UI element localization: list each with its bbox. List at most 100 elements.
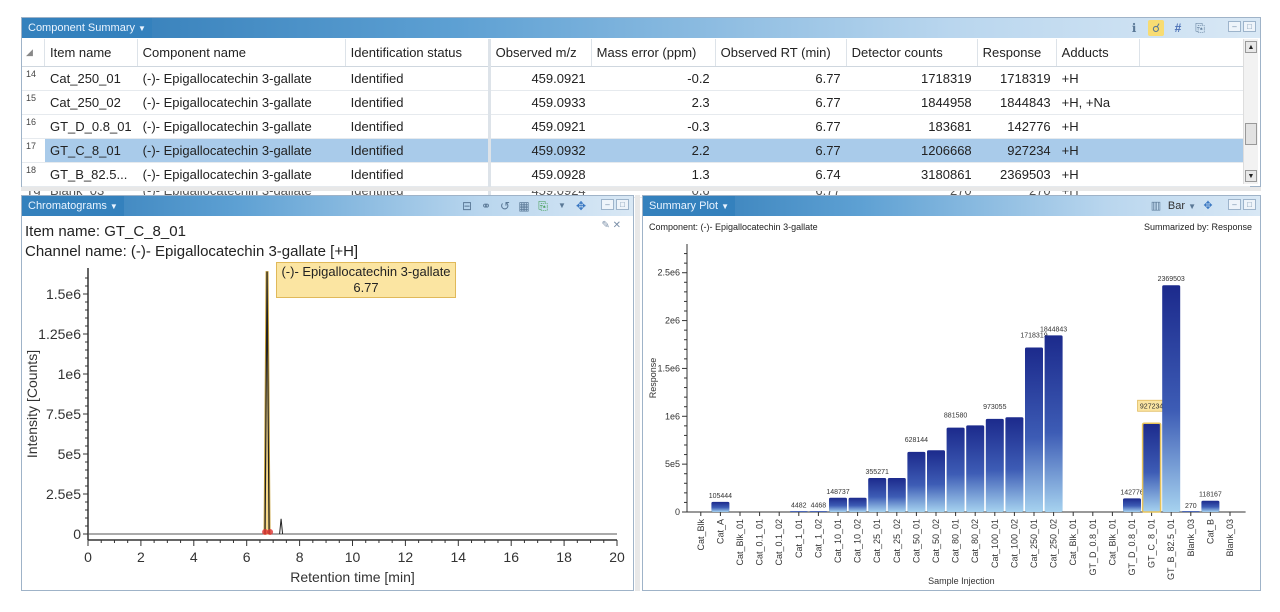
x-tick-label: Blank_03 xyxy=(1186,519,1196,557)
summary-plot-titlebar: Summary Plot ▼ ▥ Bar ▼ ✥ – □ xyxy=(643,196,1260,216)
cell-rt: 6.77 xyxy=(715,90,847,115)
integrate-icon[interactable]: ⊟ xyxy=(459,198,475,214)
column-header-adducts[interactable]: Adducts xyxy=(1056,39,1140,67)
cell-component: (-)- Epigallocatechin 3-gallate xyxy=(137,114,346,139)
bar-25 xyxy=(1181,511,1200,512)
column-header-detector-counts[interactable]: Detector counts xyxy=(846,39,978,67)
cell-rt: 6.77 xyxy=(715,138,847,163)
table-row[interactable]: 16 GT_D_0.8_01 (-)- Epigallocatechin 3-gal… xyxy=(22,114,1250,139)
x-tick-label: 12 xyxy=(398,549,414,565)
link-icon[interactable]: ⚭ xyxy=(478,198,494,214)
x-tick-label: Cat_50_01 xyxy=(911,519,921,563)
cell-counts: 1206668 xyxy=(846,138,978,163)
peak-end-marker xyxy=(267,529,274,535)
chromatogram-plot[interactable]: 0 2 4 6 8 10 12 14 16 18 20 0 2.5e5 5e5 7.5e5 1e6 1.25e6… xyxy=(22,262,633,592)
component-summary-menu[interactable]: Component Summary ▼ xyxy=(22,18,152,38)
move-icon[interactable]: ✥ xyxy=(573,198,589,214)
chart-type-dropdown[interactable]: Bar ▼ xyxy=(1168,200,1196,212)
export-icon[interactable]: ⎘ xyxy=(1192,20,1208,36)
minimize-button[interactable]: – xyxy=(601,199,614,210)
grid-hash-icon[interactable]: # xyxy=(1170,20,1186,36)
cell-rt: 6.74 xyxy=(715,162,847,187)
cell-item: Cat_250_02 xyxy=(44,90,138,115)
table-row[interactable]: 15 Cat_250_02 (-)- Epigallocatechin 3-gall… xyxy=(22,90,1250,115)
bar-value-label: 4482 xyxy=(791,503,807,510)
minimize-button[interactable]: – xyxy=(1228,199,1241,210)
caret-down-icon: ▼ xyxy=(1188,202,1196,211)
column-header-mass-error[interactable]: Mass error (ppm) xyxy=(591,39,716,67)
y-axis-title: Intensity [Counts] xyxy=(24,350,40,458)
cell-err: 2.2 xyxy=(591,138,716,163)
summarized-by-label: Summarized by: Response xyxy=(1143,222,1252,232)
vertical-splitter[interactable] xyxy=(635,195,640,591)
maximize-button[interactable]: □ xyxy=(1243,199,1256,210)
minimize-button[interactable]: – xyxy=(1228,21,1241,32)
x-tick-label: Cat_10_01 xyxy=(833,519,843,563)
bar-26 xyxy=(1201,500,1220,512)
cell-mz: 459.0933 xyxy=(489,90,592,115)
summary-plot-menu[interactable]: Summary Plot ▼ xyxy=(643,196,735,216)
export-icon[interactable]: ⎘ xyxy=(535,198,551,214)
component-label: Component: (-)- Epigallocatechin 3-galla… xyxy=(649,222,818,232)
pin-icon[interactable]: ✎ xyxy=(601,220,609,231)
x-tick-label: Cat_10_02 xyxy=(853,519,863,563)
bar-value-label: 105444 xyxy=(709,493,732,500)
summary-plot-panel: Summary Plot ▼ ▥ Bar ▼ ✥ – □ Component: (… xyxy=(642,195,1261,591)
maximize-button[interactable]: □ xyxy=(616,199,629,210)
tooltip-compound-name: (-)- Epigallocatechin 3-gallate xyxy=(281,264,451,279)
caret-down-icon[interactable]: ▼ xyxy=(554,198,570,214)
x-tick-label: Cat_80_01 xyxy=(951,519,961,563)
bar-chart-icon[interactable]: ▥ xyxy=(1148,198,1164,214)
select-all-corner[interactable]: ◢ xyxy=(22,39,45,67)
info-icon[interactable]: ℹ xyxy=(1126,20,1142,36)
x-tick-label: 2 xyxy=(137,549,145,565)
y-tick-label: 1e6 xyxy=(665,411,680,421)
cell-status: Identified xyxy=(345,114,491,139)
y-tick-label: 2.5e5 xyxy=(46,486,81,502)
bar-9 xyxy=(868,477,887,512)
table-icon[interactable]: ▦ xyxy=(516,198,532,214)
close-icon[interactable]: ✕ xyxy=(613,220,621,231)
x-tick-label: Cat_50_02 xyxy=(931,519,941,563)
horizontal-splitter[interactable] xyxy=(21,187,1261,191)
component-summary-panel: Component Summary ▼ ℹ ☌ # ⎘ – □ ◢ Item na… xyxy=(21,17,1261,198)
column-header-identification-status[interactable]: Identification status xyxy=(345,39,491,67)
peak-tooltip: (-)- Epigallocatechin 3-gallate 6.77 xyxy=(276,262,456,298)
column-header-response[interactable]: Response xyxy=(977,39,1057,67)
table-row[interactable]: 18 GT_B_82.5... (-)- Epigallocatechin 3-ga… xyxy=(22,162,1250,187)
cell-counts: 1718319 xyxy=(846,66,978,91)
table-row[interactable]: 17 GT_C_8_01 (-)- Epigallocatechin 3-galla… xyxy=(22,138,1250,163)
cell-response: 142776 xyxy=(977,114,1057,139)
column-header-item-name[interactable]: Item name xyxy=(44,39,138,67)
table-vertical-scrollbar[interactable]: ▲ ▼ xyxy=(1243,39,1258,184)
cell-adducts: +H xyxy=(1056,66,1140,91)
y-axis-title: Response xyxy=(648,358,658,399)
bar-13 xyxy=(946,427,965,512)
summary-bar-chart[interactable]: 0 5e5 1e6 1.5e6 2e6 2.5e6 Response Sample Injec… xyxy=(643,232,1260,592)
cell-filler xyxy=(1139,90,1250,115)
peak-line-1 xyxy=(279,518,284,535)
cell-rt: 6.77 xyxy=(715,114,847,139)
cell-adducts: +H xyxy=(1056,114,1140,139)
table-row[interactable]: 14 Cat_250_01 (-)- Epigallocatechin 3-gall… xyxy=(22,66,1250,91)
column-header-component-name[interactable]: Component name xyxy=(137,39,346,67)
chromatograms-menu[interactable]: Chromatograms ▼ xyxy=(22,196,124,216)
bar-value-label: 973055 xyxy=(983,404,1006,411)
scroll-up-button[interactable]: ▲ xyxy=(1245,41,1257,53)
column-header-observed-mz[interactable]: Observed m/z xyxy=(489,39,592,67)
row-number: 18 xyxy=(22,162,45,187)
cell-mz: 459.0932 xyxy=(489,138,592,163)
reset-icon[interactable]: ↺ xyxy=(497,198,513,214)
tooltip-rt: 6.77 xyxy=(353,280,379,295)
column-header-observed-rt[interactable]: Observed RT (min) xyxy=(715,39,847,67)
x-tick-label: Cat_25_01 xyxy=(872,519,882,563)
bar-8 xyxy=(848,497,867,512)
x-tick-label: Cat_250_01 xyxy=(1029,519,1039,568)
cell-counts: 3180861 xyxy=(846,162,978,187)
scroll-down-button[interactable]: ▼ xyxy=(1245,170,1257,182)
x-tick-label: Cat_A xyxy=(715,519,725,544)
maximize-button[interactable]: □ xyxy=(1243,21,1256,32)
highlight-icon[interactable]: ☌ xyxy=(1148,20,1164,36)
move-icon[interactable]: ✥ xyxy=(1200,198,1216,214)
scroll-thumb[interactable] xyxy=(1245,123,1257,145)
